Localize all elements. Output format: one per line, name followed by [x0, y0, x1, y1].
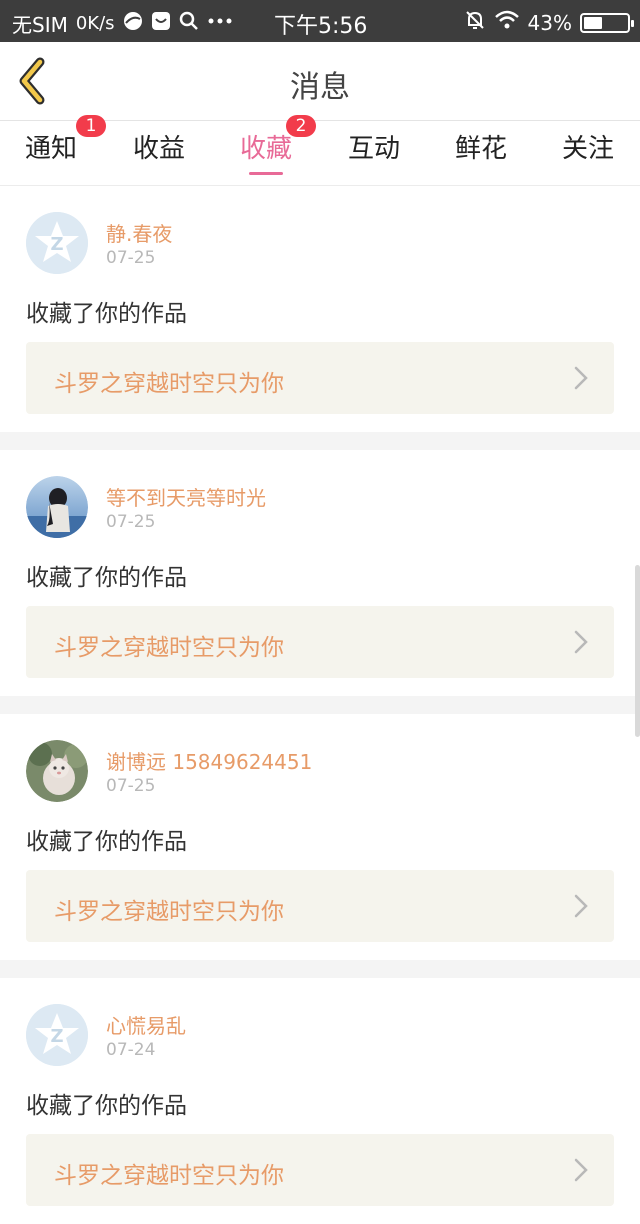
divider: [0, 432, 640, 450]
carrier-label: 无SIM: [12, 13, 68, 37]
tab-earnings[interactable]: 收益: [114, 121, 204, 185]
action-text: 收藏了你的作品: [26, 1093, 187, 1119]
wifi-icon: [494, 9, 520, 36]
list-item: Z 心慌易乱 07-24 收藏了你的作品 斗罗之穿越时空只为你: [0, 978, 640, 1224]
active-tab-indicator: [249, 172, 283, 175]
nav-bar: 消息: [0, 42, 640, 121]
status-left: 无SIM 0K/s: [12, 9, 233, 38]
tab-label: 关注: [561, 134, 614, 164]
username[interactable]: 静.春夜: [106, 218, 172, 247]
tab-favorites[interactable]: 收藏 2: [221, 115, 316, 185]
page-title: 消息: [290, 70, 350, 105]
message-date: 07-24: [106, 1040, 156, 1060]
status-bar: 无SIM 0K/s 下午5:56 43%: [0, 0, 640, 42]
action-text: 收藏了你的作品: [26, 301, 187, 327]
message-date: 07-25: [106, 248, 156, 268]
svg-text:Z: Z: [50, 234, 63, 255]
tab-label: 收益: [132, 134, 185, 164]
divider: [0, 960, 640, 978]
work-card[interactable]: 斗罗之穿越时空只为你: [26, 606, 614, 678]
message-list: Z 静.春夜 07-25 收藏了你的作品 斗罗之穿越时空只为你 等不到天亮等时光: [0, 186, 640, 1224]
scrollbar[interactable]: [635, 565, 640, 737]
avatar[interactable]: Z: [26, 212, 88, 274]
tab-bar: 通知 1 收益 收藏 2 互动 鲜花 关注: [0, 115, 640, 186]
default-avatar-icon: Z: [26, 1004, 88, 1066]
status-right: 43%: [464, 9, 634, 36]
svg-text:Z: Z: [50, 1026, 63, 1047]
net-speed: 0K/s: [75, 13, 115, 34]
work-card[interactable]: 斗罗之穿越时空只为你: [26, 342, 614, 414]
photo-avatar-icon: [26, 476, 88, 538]
photo-avatar-icon: [26, 740, 88, 802]
list-item: Z 静.春夜 07-25 收藏了你的作品 斗罗之穿越时空只为你: [0, 186, 640, 432]
action-text: 收藏了你的作品: [26, 829, 187, 855]
favorites-badge: 2: [286, 115, 316, 137]
chevron-right-icon: [574, 630, 588, 654]
tab-label: 互动: [347, 134, 400, 164]
tab-interactions[interactable]: 互动: [329, 121, 419, 185]
browser-icon: [123, 11, 143, 36]
tab-following[interactable]: 关注: [543, 121, 633, 185]
work-title: 斗罗之穿越时空只为你: [54, 371, 284, 397]
message-date: 07-25: [106, 512, 156, 532]
avatar[interactable]: [26, 476, 88, 538]
list-item: 等不到天亮等时光 07-25 收藏了你的作品 斗罗之穿越时空只为你: [0, 450, 640, 696]
battery-percent: 43%: [527, 10, 572, 35]
work-card[interactable]: 斗罗之穿越时空只为你: [26, 1134, 614, 1206]
tab-flowers[interactable]: 鲜花: [436, 121, 526, 185]
username[interactable]: 心慌易乱: [106, 1010, 186, 1039]
tab-notifications[interactable]: 通知 1: [6, 115, 106, 185]
mute-bell-icon: [464, 9, 486, 36]
default-avatar-icon: Z: [26, 212, 88, 274]
list-item: 谢博远 15849624451 07-25 收藏了你的作品 斗罗之穿越时空只为你: [0, 714, 640, 960]
work-title: 斗罗之穿越时空只为你: [54, 1163, 284, 1189]
work-title: 斗罗之穿越时空只为你: [54, 899, 284, 925]
avatar[interactable]: [26, 740, 88, 802]
tab-label: 鲜花: [454, 134, 507, 164]
tab-label: 通知: [24, 134, 77, 164]
battery-level-fill: [584, 16, 602, 29]
work-title: 斗罗之穿越时空只为你: [54, 635, 284, 661]
notification-badge: 1: [76, 115, 106, 137]
chevron-right-icon: [574, 894, 588, 918]
message-date: 07-25: [106, 776, 156, 796]
username[interactable]: 谢博远 15849624451: [106, 746, 312, 775]
username[interactable]: 等不到天亮等时光: [106, 482, 266, 511]
work-card[interactable]: 斗罗之穿越时空只为你: [26, 870, 614, 942]
divider: [0, 696, 640, 714]
action-text: 收藏了你的作品: [26, 565, 187, 591]
search-icon: [179, 11, 199, 36]
chevron-right-icon: [574, 366, 588, 390]
avatar[interactable]: Z: [26, 1004, 88, 1066]
message-app-icon: [151, 11, 171, 36]
more-dots-icon: [207, 11, 233, 36]
status-time: 下午5:56: [274, 14, 368, 39]
tab-label: 收藏: [239, 134, 292, 164]
battery-icon: [580, 12, 634, 33]
chevron-right-icon: [574, 1158, 588, 1182]
